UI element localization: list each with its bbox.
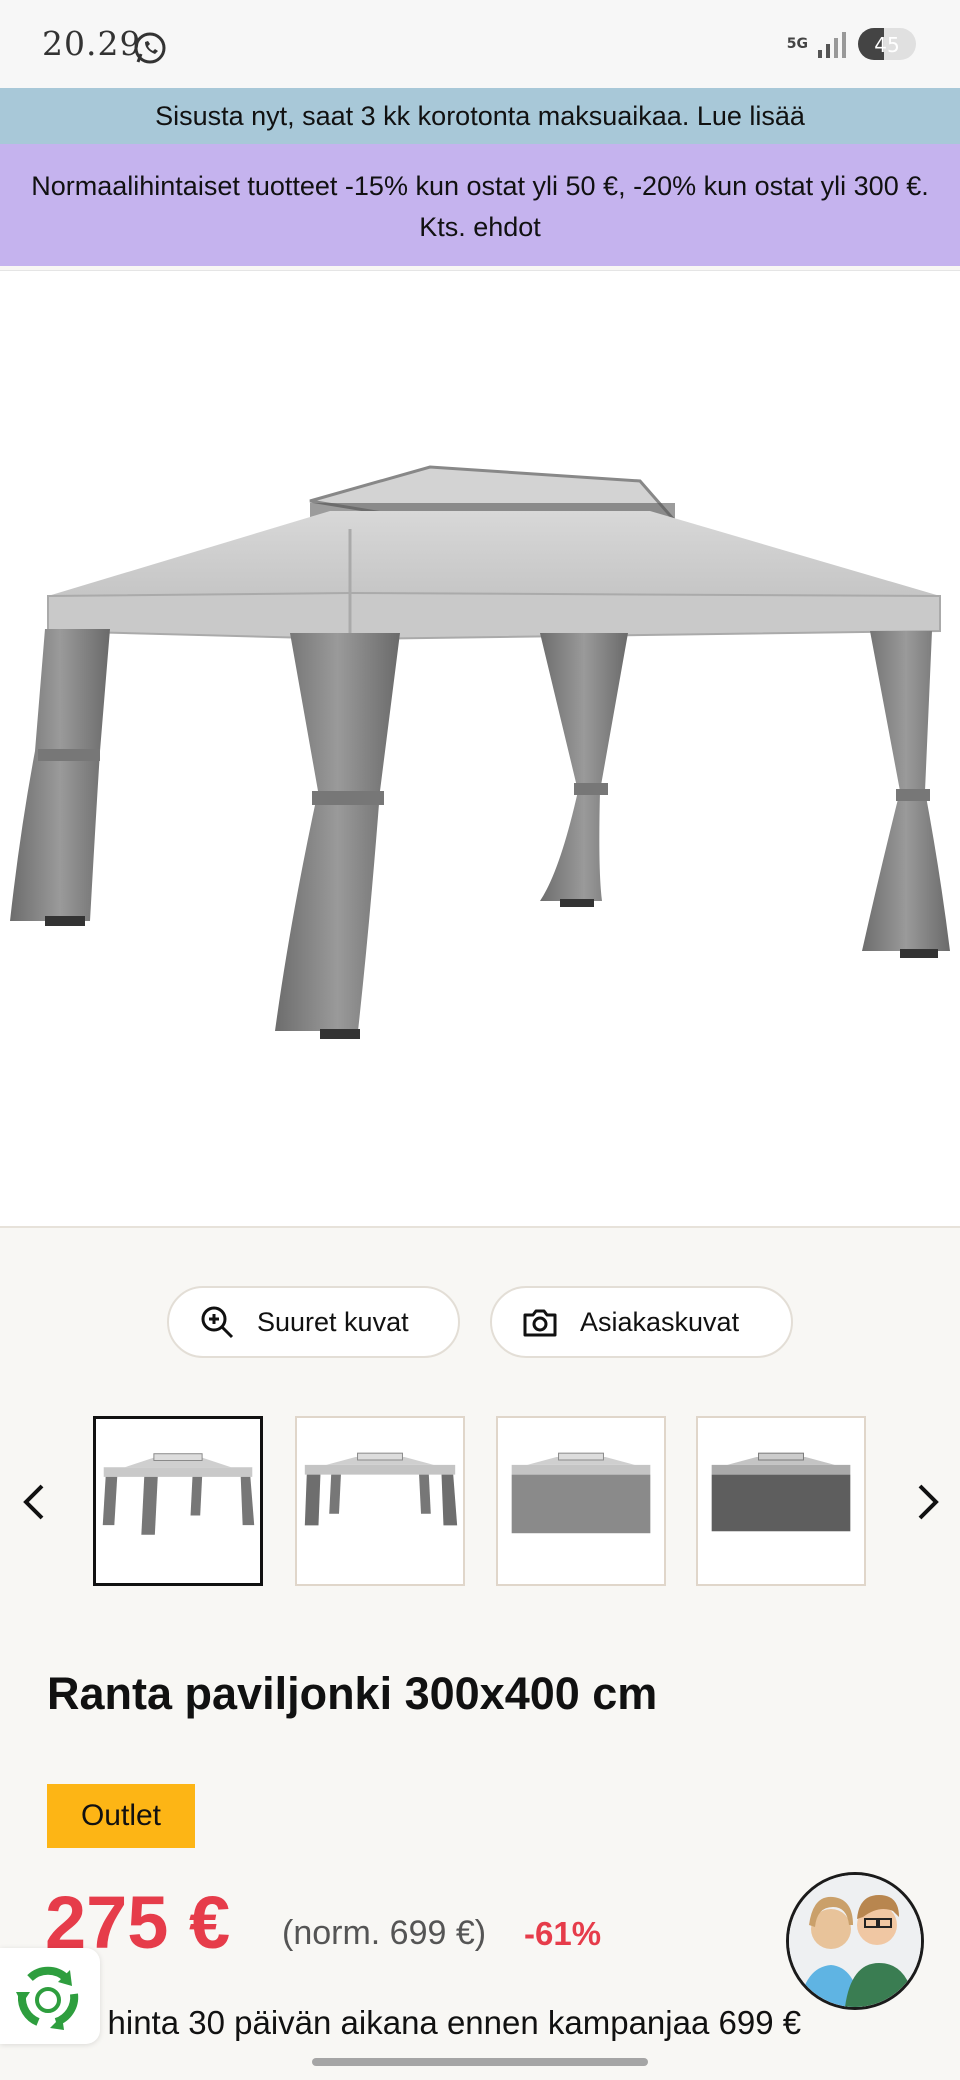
camera-icon xyxy=(523,1309,557,1337)
outlet-badge-label: Outlet xyxy=(80,1799,162,1832)
gazebo-image xyxy=(10,465,950,1039)
promo-banner-text: Normaalihintaiset tuotteet -15% kun osta… xyxy=(31,171,929,242)
whatsapp-icon xyxy=(134,32,166,64)
battery-icon: 45 xyxy=(858,28,916,60)
customer-images-button[interactable]: Asiakaskuvat xyxy=(490,1286,793,1358)
thumbnail-2[interactable] xyxy=(295,1416,465,1586)
status-bar: 20.29 5G 45 xyxy=(0,0,960,88)
product-main-image[interactable] xyxy=(0,270,960,1228)
network-label: 5G xyxy=(786,36,808,52)
recycle-icon xyxy=(16,1966,79,2030)
status-indicators: 5G 45 xyxy=(787,28,916,60)
lowest-price-note: n hinta 30 päivän aikana ennen kampanjaa… xyxy=(80,2004,802,2041)
chevron-left-icon[interactable] xyxy=(18,1480,50,1524)
thumbnail-image xyxy=(304,1452,458,1526)
home-indicator[interactable] xyxy=(312,2058,648,2066)
thumbnail-1[interactable] xyxy=(93,1416,263,1586)
thumbnail-4[interactable] xyxy=(696,1416,866,1586)
thumbnail-image xyxy=(102,1453,255,1535)
promo-banner[interactable]: Normaalihintaiset tuotteet -15% kun osta… xyxy=(0,144,960,266)
discount-percent: -61% xyxy=(524,1915,602,1952)
signal-icon xyxy=(818,32,846,58)
outlet-badge: Outlet xyxy=(47,1784,195,1848)
product-title: Ranta paviljonki 300x400 cm xyxy=(47,1668,658,1719)
battery-level: 45 xyxy=(874,33,900,57)
recycle-widget[interactable] xyxy=(0,1948,100,2044)
status-time: 20.29 xyxy=(42,24,142,63)
installment-banner[interactable]: Sisusta nyt, saat 3 kk korotonta maksuai… xyxy=(0,88,960,144)
large-images-button[interactable]: Suuret kuvat xyxy=(167,1286,460,1358)
zoom-in-icon xyxy=(201,1306,234,1339)
normal-price: (norm. 699 €) xyxy=(282,1914,487,1952)
installment-banner-text: Sisusta nyt, saat 3 kk korotonta maksuai… xyxy=(155,101,805,131)
chevron-right-icon[interactable] xyxy=(912,1480,944,1524)
thumbnail-image xyxy=(711,1452,851,1532)
thumbnail-image xyxy=(511,1452,651,1534)
thumbnail-3[interactable] xyxy=(496,1416,666,1586)
customer-service-avatar[interactable] xyxy=(786,1872,924,2010)
avatar xyxy=(789,1875,921,2007)
large-images-label: Suuret kuvat xyxy=(257,1306,409,1337)
customer-images-label: Asiakaskuvat xyxy=(580,1306,740,1337)
